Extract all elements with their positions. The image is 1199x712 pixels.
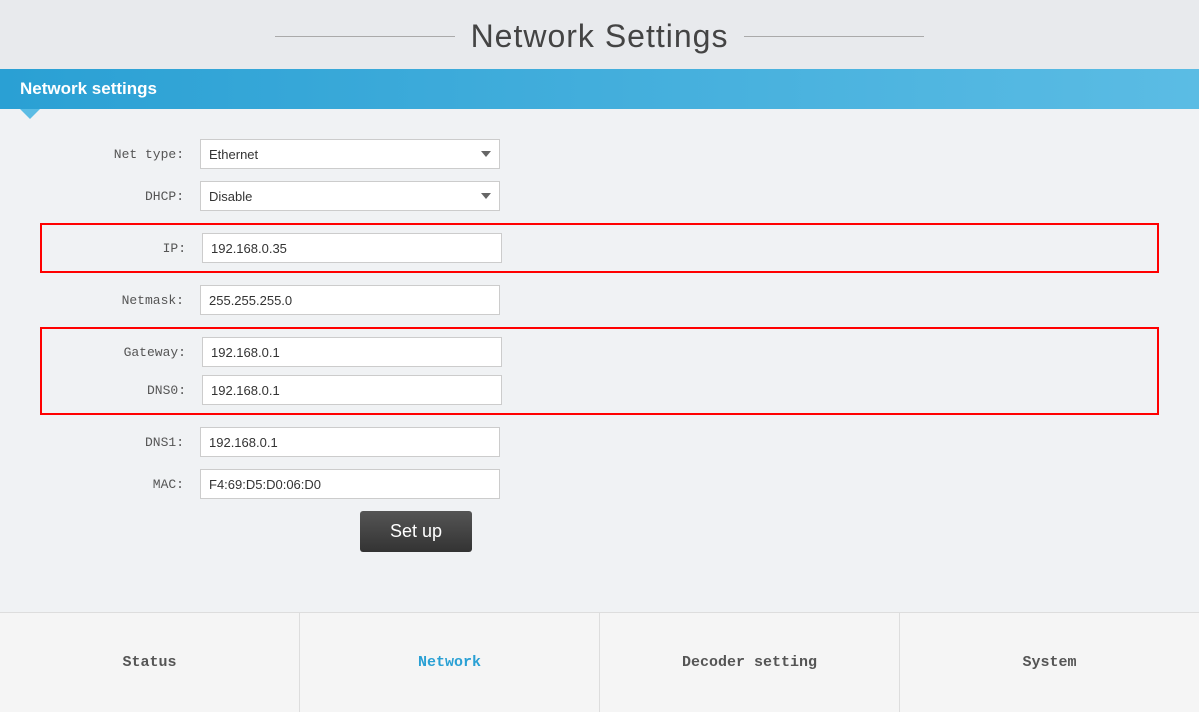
dns0-row: DNS0: [42,375,1157,405]
nav-status-label: Status [122,654,176,671]
page-title-bar: Network Settings [0,0,1199,69]
ip-label: IP: [42,241,202,256]
dns0-input[interactable] [202,375,502,405]
dhcp-label: DHCP: [40,189,200,204]
netmask-label: Netmask: [40,293,200,308]
nav-item-system[interactable]: System [900,613,1199,712]
nav-item-decoder[interactable]: Decoder setting [600,613,900,712]
ip-row-outer: IP: [40,223,1159,273]
gateway-label: Gateway: [42,345,202,360]
net-type-row: Net type: Ethernet WiFi 3G/4G [0,139,1199,169]
net-type-label: Net type: [40,147,200,162]
net-type-select[interactable]: Ethernet WiFi 3G/4G [200,139,500,169]
mac-row: MAC: [0,469,1199,499]
form-area: Net type: Ethernet WiFi 3G/4G DHCP: Disa… [0,109,1199,612]
ip-row: IP: [42,233,1157,263]
nav-decoder-label: Decoder setting [682,654,817,671]
dhcp-row: DHCP: Disable Enable [0,181,1199,211]
nav-item-network[interactable]: Network [300,613,600,712]
setup-button[interactable]: Set up [360,511,472,552]
ip-input[interactable] [202,233,502,263]
netmask-row: Netmask: [0,285,1199,315]
page-title: Network Settings [471,18,729,55]
mac-input[interactable] [200,469,500,499]
dns0-label: DNS0: [42,383,202,398]
mac-label: MAC: [40,477,200,492]
section-header-label: Network settings [20,79,157,98]
nav-item-status[interactable]: Status [0,613,300,712]
dns1-label: DNS1: [40,435,200,450]
dns1-input[interactable] [200,427,500,457]
nav-system-label: System [1022,654,1076,671]
main-content: Network settings Net type: Ethernet WiFi… [0,69,1199,612]
dns1-row: DNS1: [0,427,1199,457]
gateway-input[interactable] [202,337,502,367]
setup-row: Set up [0,511,1199,552]
gateway-dns-outer: Gateway: DNS0: [40,327,1159,415]
bottom-nav: Status Network Decoder setting System [0,612,1199,712]
gateway-row: Gateway: [42,337,1157,367]
section-header: Network settings [0,69,1199,109]
nav-network-label: Network [418,654,481,671]
dhcp-select[interactable]: Disable Enable [200,181,500,211]
netmask-input[interactable] [200,285,500,315]
